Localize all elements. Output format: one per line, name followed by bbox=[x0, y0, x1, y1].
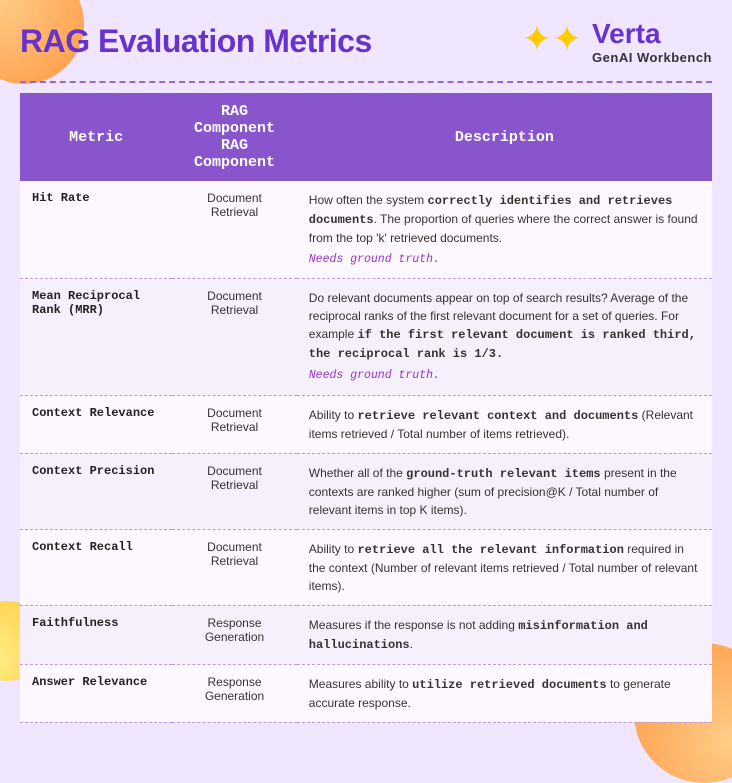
table-row: Faithfulness ResponseGeneration Measures… bbox=[20, 605, 712, 664]
metric-context-relevance: Context Relevance bbox=[20, 395, 172, 453]
rag-component-answer-relevance: ResponseGeneration bbox=[172, 664, 297, 722]
metric-mrr: Mean ReciprocalRank (MRR) bbox=[20, 279, 172, 395]
table-row: Answer Relevance ResponseGeneration Meas… bbox=[20, 664, 712, 722]
description-answer-relevance: Measures ability to utilize retrieved do… bbox=[297, 664, 712, 722]
col-rag-component: RAG Component RAG Component RAGComponent bbox=[172, 93, 297, 181]
description-context-recall: Ability to retrieve all the relevant inf… bbox=[297, 529, 712, 605]
description-context-precision: Whether all of the ground-truth relevant… bbox=[297, 453, 712, 529]
sparkle-icon: ✦✦ bbox=[522, 24, 582, 60]
table-header-row: Metric RAG Component RAG Component RAGCo… bbox=[20, 93, 712, 181]
verta-sub: GenAI Workbench bbox=[592, 50, 712, 65]
rag-component-context-recall: DocumentRetrieval bbox=[172, 529, 297, 605]
col-metric: Metric bbox=[20, 93, 172, 181]
metric-hit-rate: Hit Rate bbox=[20, 181, 172, 279]
metric-context-precision: Context Precision bbox=[20, 453, 172, 529]
rag-component-context-relevance: DocumentRetrieval bbox=[172, 395, 297, 453]
description-hit-rate: How often the system correctly identifie… bbox=[297, 181, 712, 279]
rag-component-hit-rate: DocumentRetrieval bbox=[172, 181, 297, 279]
rag-component-mrr: DocumentRetrieval bbox=[172, 279, 297, 395]
ground-truth-note-mrr: Needs ground truth. bbox=[309, 367, 700, 384]
page-header: RAG Evaluation Metrics ✦✦ Verta GenAI Wo… bbox=[20, 18, 712, 65]
table-row: Mean ReciprocalRank (MRR) DocumentRetrie… bbox=[20, 279, 712, 395]
verta-name: Verta bbox=[592, 18, 661, 50]
metric-answer-relevance: Answer Relevance bbox=[20, 664, 172, 722]
verta-brand: Verta GenAI Workbench bbox=[592, 18, 712, 65]
metrics-table: Metric RAG Component RAG Component RAGCo… bbox=[20, 93, 712, 723]
metric-context-recall: Context Recall bbox=[20, 529, 172, 605]
header-divider bbox=[20, 81, 712, 83]
rag-component-context-precision: DocumentRetrieval bbox=[172, 453, 297, 529]
page-title: RAG Evaluation Metrics bbox=[20, 23, 372, 60]
rag-component-faithfulness: ResponseGeneration bbox=[172, 605, 297, 664]
description-faithfulness: Measures if the response is not adding m… bbox=[297, 605, 712, 664]
ground-truth-note: Needs ground truth. bbox=[309, 251, 700, 268]
col-description: Description bbox=[297, 93, 712, 181]
description-context-relevance: Ability to retrieve relevant context and… bbox=[297, 395, 712, 453]
metric-faithfulness: Faithfulness bbox=[20, 605, 172, 664]
table-row: Hit Rate DocumentRetrieval How often the… bbox=[20, 181, 712, 279]
brand-area: ✦✦ Verta GenAI Workbench bbox=[522, 18, 712, 65]
table-row: Context Recall DocumentRetrieval Ability… bbox=[20, 529, 712, 605]
table-row: Context Relevance DocumentRetrieval Abil… bbox=[20, 395, 712, 453]
table-row: Context Precision DocumentRetrieval Whet… bbox=[20, 453, 712, 529]
description-mrr: Do relevant documents appear on top of s… bbox=[297, 279, 712, 395]
